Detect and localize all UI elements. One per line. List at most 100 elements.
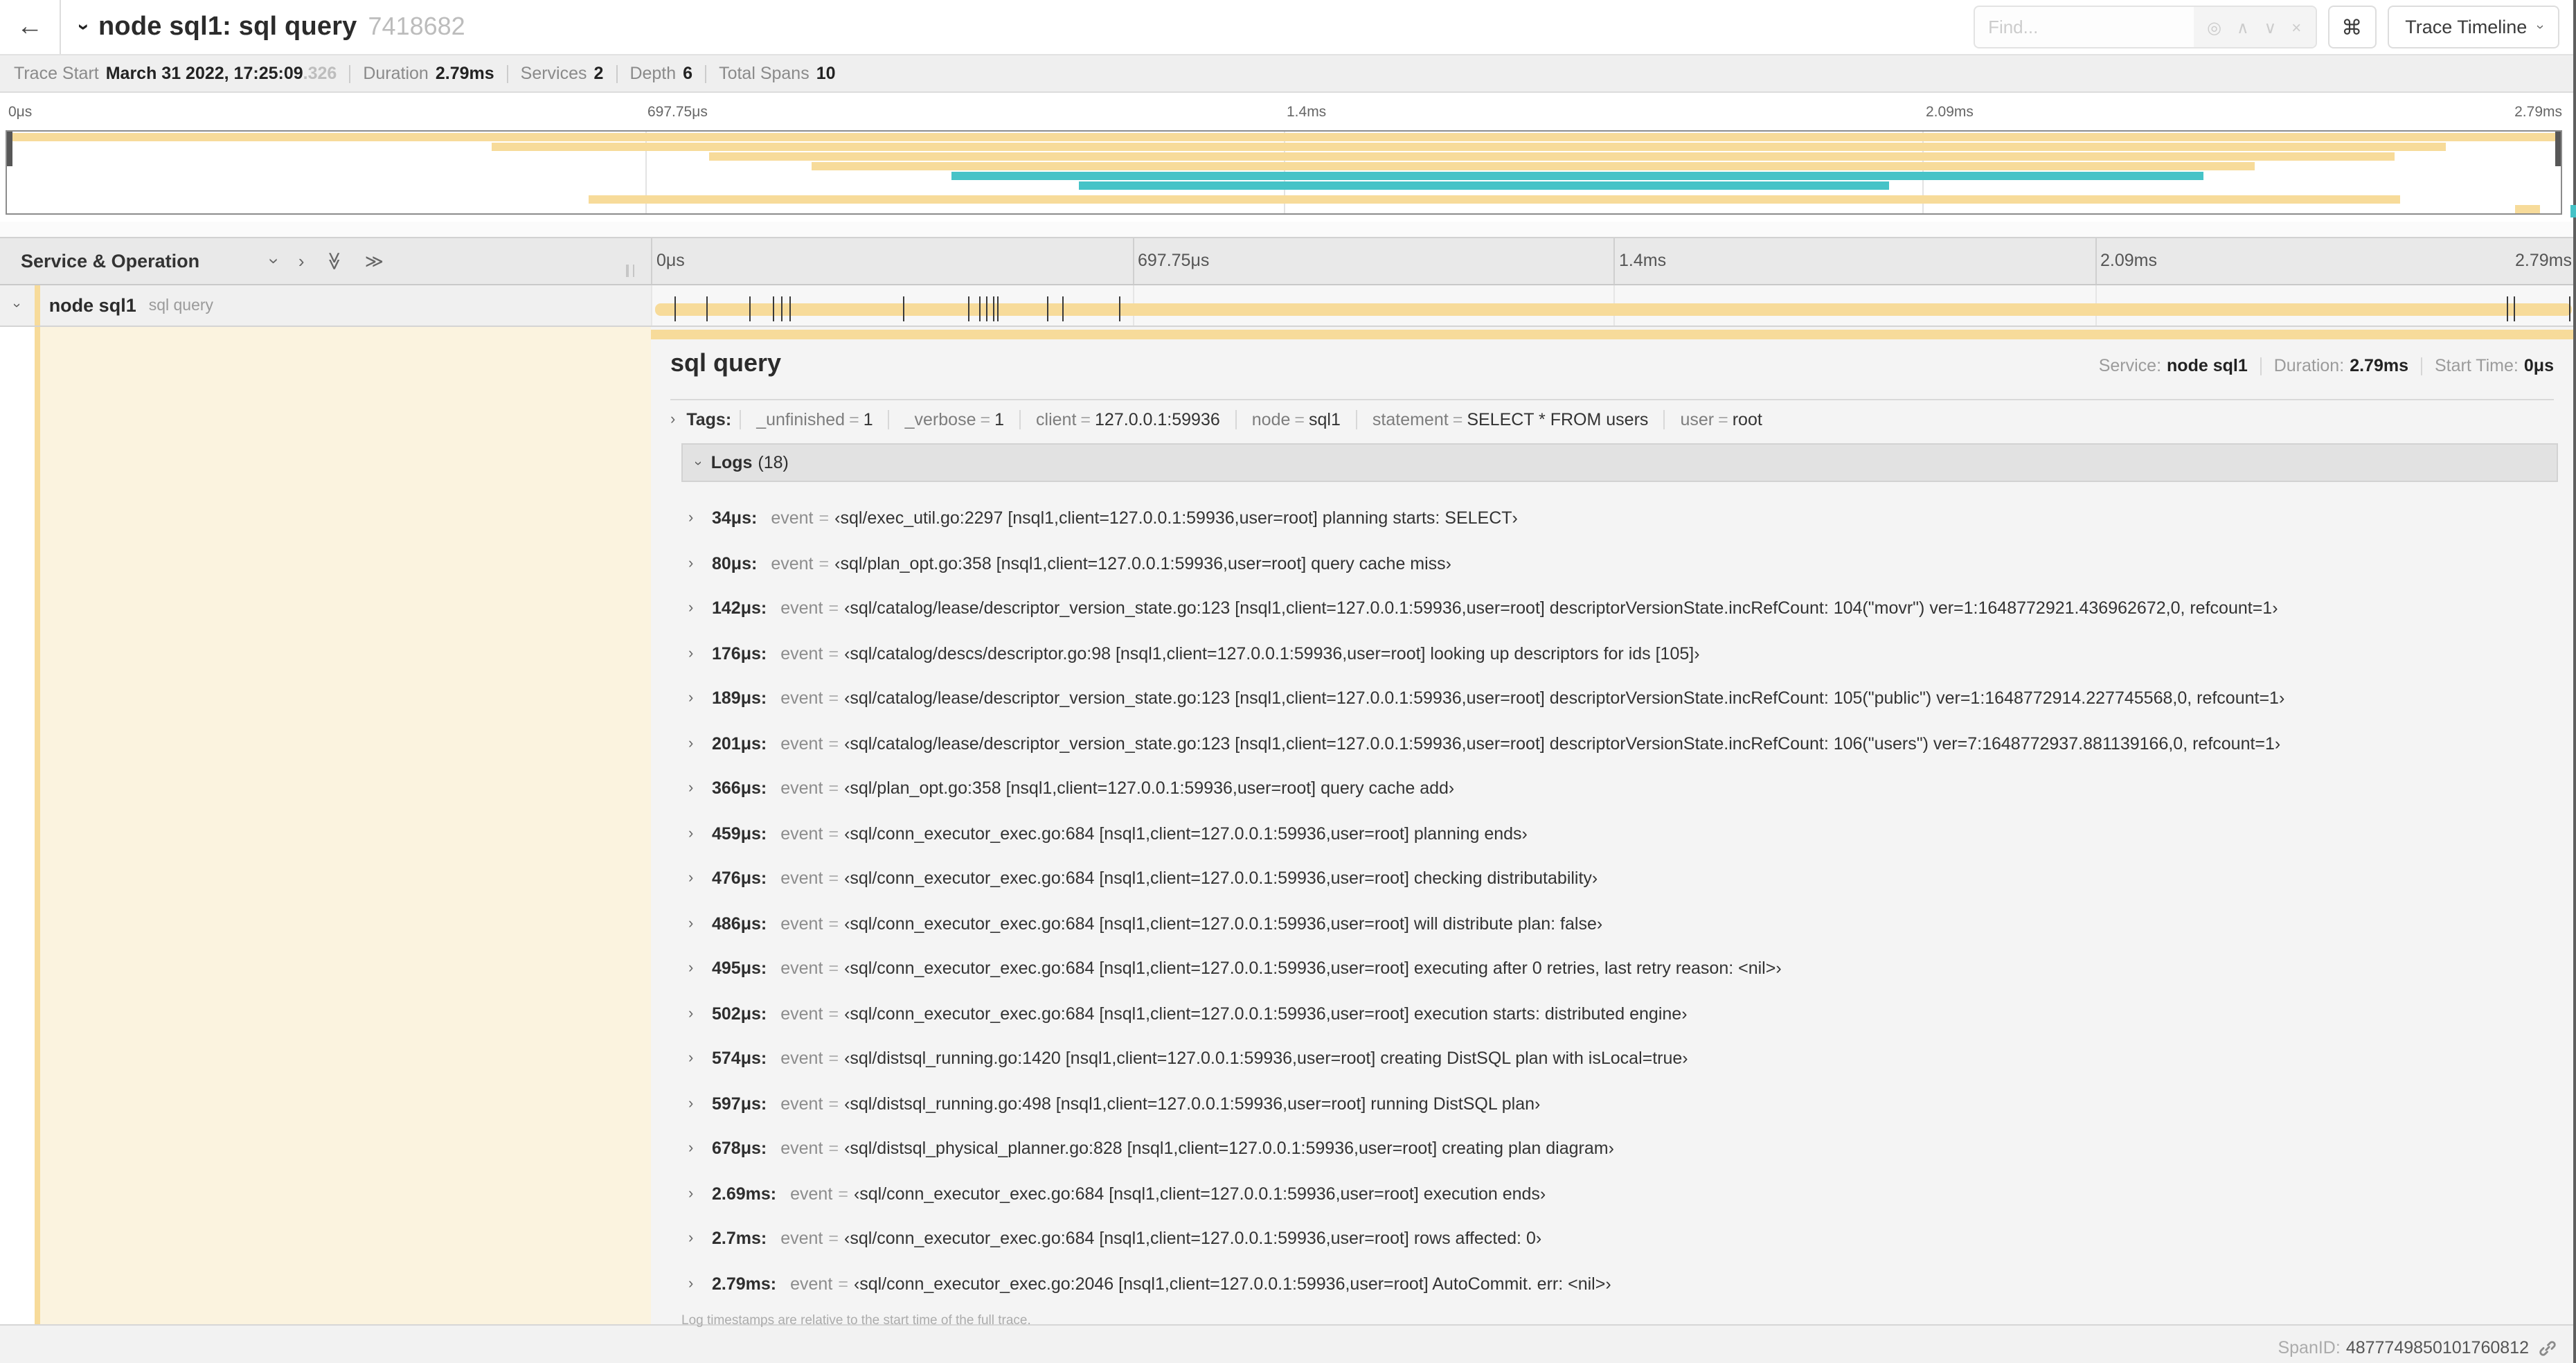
back-button[interactable]: ← <box>0 0 61 54</box>
summary-value-fraction: .326 <box>303 64 337 83</box>
span-id-label: SpanID: <box>2278 1338 2341 1357</box>
log-row[interactable]: › 142μs: event = ‹sql/catalog/lease/descript… <box>681 586 2558 631</box>
log-row[interactable]: › 80μs: event = ‹sql/plan_opt.go:358 [nsql1,… <box>681 541 2558 586</box>
log-row[interactable]: › 201μs: event = ‹sql/catalog/lease/descript… <box>681 721 2558 766</box>
chevron-right-icon: › <box>688 960 694 977</box>
collapse-all-icon[interactable]: ≫ <box>324 251 345 270</box>
operation-name: sql query <box>148 297 214 314</box>
view-selector-label: Trace Timeline <box>2405 17 2528 37</box>
view-selector-button[interactable]: Trace Timeline › <box>2387 6 2559 48</box>
log-marker-tick[interactable] <box>903 296 905 321</box>
service-operation-heading: Service & Operation <box>21 251 200 271</box>
log-row[interactable]: › 495μs: event = ‹sql/conn_executor_exec.go:… <box>681 946 2558 991</box>
span-detail-header: sql query Service: node sql1 Duration: 2.79… <box>670 349 2554 378</box>
minimap-left-drag-handle[interactable] <box>7 132 12 166</box>
timeline-ruler[interactable]: 0μs 697.75μs 1.4ms 2.09ms 2.79ms <box>651 238 2576 284</box>
trace-summary-bar: Trace Start March 31 2022, 17:25:09.326 Du… <box>0 55 2576 93</box>
log-marker-tick[interactable] <box>2514 296 2516 321</box>
log-marker-tick[interactable] <box>674 296 676 321</box>
chevron-right-icon: › <box>688 645 694 662</box>
log-field-name: event <box>780 1229 823 1249</box>
log-row[interactable]: › 176μs: event = ‹sql/catalog/descs/descript… <box>681 631 2558 676</box>
service-color-stripe <box>35 285 40 326</box>
log-marker-tick[interactable] <box>997 296 999 321</box>
tag-value: 1 <box>863 410 873 429</box>
log-marker-tick[interactable] <box>986 296 988 321</box>
summary-label: Depth <box>629 64 677 83</box>
log-marker-tick[interactable] <box>772 296 774 321</box>
log-row[interactable]: › 574μs: event = ‹sql/distsql_running.go:142… <box>681 1036 2558 1081</box>
log-field-name: event <box>771 553 814 573</box>
log-field-name: event <box>780 688 823 709</box>
trace-collapse-icon[interactable]: › <box>72 24 96 30</box>
log-field-name: event <box>780 598 823 618</box>
edge-notch <box>2570 205 2576 217</box>
next-match-icon[interactable]: ∨ <box>2264 19 2277 35</box>
minimap-axis-labels: 0μs 697.75μs 1.4ms 2.09ms 2.79ms <box>6 104 2562 123</box>
ruler-divider <box>2095 238 2096 284</box>
logs-header[interactable]: › Logs (18) <box>681 443 2558 482</box>
span-duration-bar[interactable] <box>655 303 2572 316</box>
span-row[interactable]: › node sql1 sql query <box>0 285 2576 327</box>
log-marker-tick[interactable] <box>1046 296 1048 321</box>
equals-sign: = <box>828 733 839 754</box>
log-marker-tick[interactable] <box>1062 296 1064 321</box>
chevron-right-icon: › <box>688 915 694 932</box>
log-row[interactable]: › 2.69ms: event = ‹sql/conn_executor_exec.go… <box>681 1171 2558 1216</box>
log-marker-tick[interactable] <box>2569 296 2571 321</box>
tag-pill: client = 127.0.0.1:59936 <box>1019 410 1235 429</box>
log-marker-tick[interactable] <box>992 296 994 321</box>
ruler-divider <box>1613 238 1615 284</box>
log-row[interactable]: › 2.79ms: event = ‹sql/conn_executor_exec.go… <box>681 1261 2558 1306</box>
log-row[interactable]: › 459μs: event = ‹sql/conn_executor_exec.go:… <box>681 811 2558 856</box>
log-marker-tick[interactable] <box>979 296 981 321</box>
log-value: ‹sql/conn_executor_exec.go:684 [nsql1,cl… <box>844 868 1598 889</box>
find-input[interactable] <box>1974 7 2194 47</box>
expand-all-icon[interactable]: ≫ <box>365 252 384 270</box>
prev-match-icon[interactable]: ∧ <box>2237 19 2249 35</box>
summary-item: Services 2 <box>521 64 604 83</box>
minimap-right-drag-handle[interactable] <box>2555 132 2561 166</box>
timeline-minimap[interactable]: 0μs 697.75μs 1.4ms 2.09ms 2.79ms <box>0 93 2576 222</box>
log-marker-tick[interactable] <box>706 296 708 321</box>
log-row[interactable]: › 597μs: event = ‹sql/distsql_running.go:498… <box>681 1081 2558 1126</box>
divider <box>616 64 618 82</box>
minimap-canvas[interactable] <box>6 130 2562 215</box>
log-row[interactable]: › 2.7ms: event = ‹sql/conn_executor_exec.go:… <box>681 1216 2558 1261</box>
expand-one-icon[interactable]: › <box>298 252 305 270</box>
log-marker-tick[interactable] <box>789 296 791 321</box>
tags-row[interactable]: › Tags: _unfinished = 1 _verbose = 1 client = 12… <box>670 410 1778 429</box>
log-row[interactable]: › 189μs: event = ‹sql/catalog/lease/descript… <box>681 676 2558 721</box>
log-row[interactable]: › 502μs: event = ‹sql/conn_executor_exec.go:… <box>681 991 2558 1036</box>
minimap-span-bar <box>951 172 2203 180</box>
log-row[interactable]: › 34μs: event = ‹sql/exec_util.go:2297 [nsql… <box>681 496 2558 541</box>
tag-key: statement <box>1372 410 1449 429</box>
collapse-one-icon[interactable]: › <box>264 258 285 265</box>
log-marker-tick[interactable] <box>2507 296 2509 321</box>
clear-find-icon[interactable]: × <box>2291 19 2301 35</box>
locate-icon[interactable]: ◎ <box>2207 19 2221 35</box>
tag-pill: user = root <box>1663 410 1777 429</box>
log-marker-tick[interactable] <box>749 296 751 321</box>
log-timestamp: 597μs: <box>712 1094 767 1114</box>
equals-sign: = <box>828 959 839 979</box>
minimap-span-bar <box>492 143 2447 151</box>
log-row[interactable]: › 366μs: event = ‹sql/plan_opt.go:358 [nsql1… <box>681 766 2558 811</box>
deep-link-icon[interactable] <box>2539 1339 2557 1357</box>
log-value: ‹sql/distsql_running.go:498 [nsql1,clien… <box>844 1094 1541 1114</box>
span-row-name-column[interactable]: › node sql1 sql query <box>0 285 651 326</box>
log-row[interactable]: › 486μs: event = ‹sql/conn_executor_exec.go:… <box>681 901 2558 946</box>
log-row[interactable]: › 678μs: event = ‹sql/distsql_physical_plann… <box>681 1126 2558 1171</box>
log-marker-tick[interactable] <box>967 296 969 321</box>
span-collapse-icon[interactable]: › <box>8 303 24 308</box>
service-color-stripe <box>35 327 40 1324</box>
keyboard-shortcuts-button[interactable]: ⌘ <box>2327 6 2377 48</box>
log-marker-tick[interactable] <box>781 296 783 321</box>
chevron-right-icon: › <box>688 1005 694 1022</box>
span-row-timeline[interactable] <box>651 285 2576 326</box>
log-value: ‹sql/catalog/lease/descriptor_version_st… <box>844 598 2278 618</box>
column-resize-grip[interactable] <box>626 265 634 277</box>
log-row[interactable]: › 476μs: event = ‹sql/conn_executor_exec.go:… <box>681 856 2558 901</box>
minimap-span-bar <box>7 133 2561 141</box>
log-marker-tick[interactable] <box>1118 296 1120 321</box>
